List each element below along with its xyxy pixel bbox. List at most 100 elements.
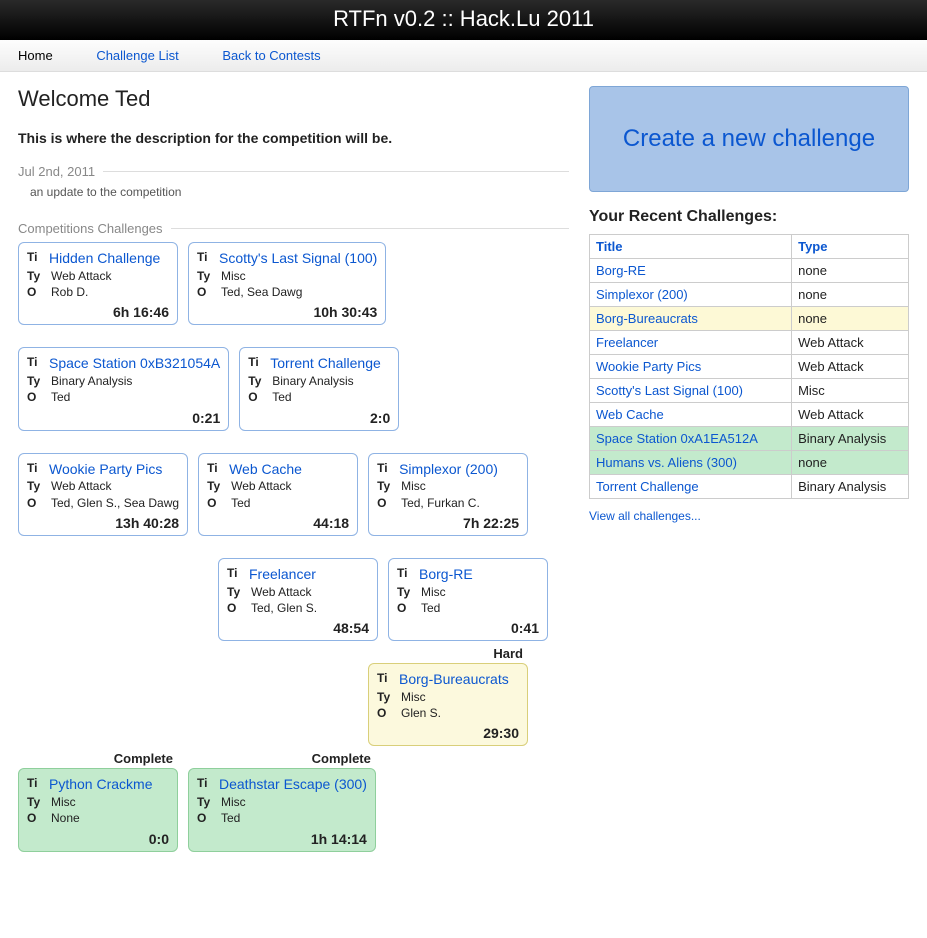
challenge-card: TiTorrent ChallengeTyBinary AnalysisOTed… bbox=[239, 347, 399, 430]
challenge-time: 1h 14:14 bbox=[197, 831, 367, 847]
challenge-title-link[interactable]: Torrent Challenge bbox=[270, 354, 381, 373]
navbar: Home Challenge List Back to Contests bbox=[0, 40, 927, 72]
challenge-type: Misc bbox=[219, 794, 246, 810]
challenge-time: 7h 22:25 bbox=[377, 515, 519, 531]
recent-type: none bbox=[792, 283, 909, 307]
challenge-type: Web Attack bbox=[49, 478, 111, 494]
card-label-title: Ti bbox=[27, 354, 49, 373]
card-label-type: Ty bbox=[197, 268, 219, 284]
recent-col-type: Type bbox=[792, 235, 909, 259]
card-label-owner: O bbox=[27, 810, 49, 826]
challenge-owner: Ted bbox=[219, 810, 240, 826]
challenge-card: TiHidden ChallengeTyWeb AttackORob D.6h … bbox=[18, 242, 178, 325]
challenge-type: Web Attack bbox=[249, 584, 311, 600]
card-label-type: Ty bbox=[27, 478, 49, 494]
challenge-card: TiWeb CacheTyWeb AttackOTed44:18 bbox=[198, 453, 358, 536]
card-label-owner: O bbox=[197, 284, 219, 300]
recent-title-link[interactable]: Torrent Challenge bbox=[596, 479, 699, 494]
challenge-time: 0:0 bbox=[27, 831, 169, 847]
challenge-time: 29:30 bbox=[377, 725, 519, 741]
recent-type: Misc bbox=[792, 379, 909, 403]
challenge-type: Misc bbox=[419, 584, 446, 600]
challenge-title-link[interactable]: Deathstar Escape (300) bbox=[219, 775, 367, 794]
competition-description: This is where the description for the co… bbox=[18, 130, 569, 146]
card-label-type: Ty bbox=[207, 478, 229, 494]
challenge-owner: Ted, Sea Dawg bbox=[219, 284, 302, 300]
challenge-time: 2:0 bbox=[248, 410, 390, 426]
recent-col-title: Title bbox=[590, 235, 792, 259]
challenge-title-link[interactable]: Web Cache bbox=[229, 460, 302, 479]
card-label-title: Ti bbox=[197, 775, 219, 794]
card-label-owner: O bbox=[197, 810, 219, 826]
challenge-owner: None bbox=[49, 810, 80, 826]
recent-type: none bbox=[792, 451, 909, 475]
challenge-title-link[interactable]: Borg-RE bbox=[419, 565, 473, 584]
card-label-owner: O bbox=[377, 495, 399, 511]
challenge-title-link[interactable]: Hidden Challenge bbox=[49, 249, 160, 268]
recent-title-link[interactable]: Space Station 0xA1EA512A bbox=[596, 431, 758, 446]
challenge-title-link[interactable]: Space Station 0xB321054A bbox=[49, 354, 220, 373]
card-label-type: Ty bbox=[377, 478, 399, 494]
challenge-title-link[interactable]: Freelancer bbox=[249, 565, 316, 584]
card-label-title: Ti bbox=[227, 565, 249, 584]
recent-title-link[interactable]: Humans vs. Aliens (300) bbox=[596, 455, 737, 470]
challenge-owner: Ted bbox=[419, 600, 440, 616]
nav-challenge-list[interactable]: Challenge List bbox=[96, 48, 178, 63]
card-label-owner: O bbox=[27, 389, 49, 405]
card-label-title: Ti bbox=[27, 775, 49, 794]
challenge-title-link[interactable]: Scotty's Last Signal (100) bbox=[219, 249, 377, 268]
welcome-heading: Welcome Ted bbox=[18, 86, 569, 112]
challenge-time: 6h 16:46 bbox=[27, 304, 169, 320]
view-all-link[interactable]: View all challenges... bbox=[589, 509, 701, 523]
recent-type: none bbox=[792, 259, 909, 283]
challenge-card: TiSimplexor (200)TyMiscOTed, Furkan C.7h… bbox=[368, 453, 528, 536]
challenge-owner: Ted, Glen S., Sea Dawg bbox=[49, 495, 179, 511]
challenge-title-link[interactable]: Simplexor (200) bbox=[399, 460, 498, 479]
card-label-title: Ti bbox=[27, 460, 49, 479]
update-date: Jul 2nd, 2011 bbox=[18, 164, 569, 179]
card-label-owner: O bbox=[27, 284, 49, 300]
table-row: Freelancer Web Attack bbox=[590, 331, 909, 355]
recent-title-link[interactable]: Simplexor (200) bbox=[596, 287, 688, 302]
recent-challenges-heading: Your Recent Challenges: bbox=[589, 208, 909, 226]
nav-home[interactable]: Home bbox=[18, 48, 53, 63]
challenge-card: HardTiBorg-BureaucratsTyMiscOGlen S.29:3… bbox=[368, 663, 528, 746]
card-label-title: Ti bbox=[377, 670, 399, 689]
recent-title-link[interactable]: Wookie Party Pics bbox=[596, 359, 701, 374]
challenge-cards: TiHidden ChallengeTyWeb AttackORob D.6h … bbox=[18, 242, 569, 852]
challenge-type: Misc bbox=[399, 478, 426, 494]
recent-title-link[interactable]: Borg-Bureaucrats bbox=[596, 311, 698, 326]
recent-title-link[interactable]: Scotty's Last Signal (100) bbox=[596, 383, 743, 398]
challenge-type: Misc bbox=[219, 268, 246, 284]
table-row: Web Cache Web Attack bbox=[590, 403, 909, 427]
challenge-title-link[interactable]: Wookie Party Pics bbox=[49, 460, 162, 479]
challenge-card: TiScotty's Last Signal (100)TyMiscOTed, … bbox=[188, 242, 386, 325]
competitions-label: Competitions Challenges bbox=[18, 221, 569, 236]
recent-type: Web Attack bbox=[792, 331, 909, 355]
challenge-time: 48:54 bbox=[227, 620, 369, 636]
card-label-title: Ti bbox=[27, 249, 49, 268]
recent-title-link[interactable]: Freelancer bbox=[596, 335, 658, 350]
card-label-title: Ti bbox=[248, 354, 270, 373]
challenge-card: TiFreelancerTyWeb AttackOTed, Glen S.48:… bbox=[218, 558, 378, 641]
recent-type: Binary Analysis bbox=[792, 475, 909, 499]
challenge-owner: Ted bbox=[49, 389, 70, 405]
challenge-title-link[interactable]: Python Crackme bbox=[49, 775, 152, 794]
card-label-type: Ty bbox=[397, 584, 419, 600]
card-label-owner: O bbox=[397, 600, 419, 616]
recent-type: Binary Analysis bbox=[792, 427, 909, 451]
nav-back-to-contests[interactable]: Back to Contests bbox=[222, 48, 320, 63]
recent-type: Web Attack bbox=[792, 403, 909, 427]
recent-title-link[interactable]: Web Cache bbox=[596, 407, 664, 422]
challenge-time: 10h 30:43 bbox=[197, 304, 377, 320]
card-label-type: Ty bbox=[227, 584, 249, 600]
card-label-owner: O bbox=[377, 705, 399, 721]
challenge-title-link[interactable]: Borg-Bureaucrats bbox=[399, 670, 509, 689]
create-challenge-button[interactable]: Create a new challenge bbox=[589, 86, 909, 192]
challenge-card: TiSpace Station 0xB321054ATyBinary Analy… bbox=[18, 347, 229, 430]
table-row: Borg-Bureaucrats none bbox=[590, 307, 909, 331]
challenge-card: TiWookie Party PicsTyWeb AttackOTed, Gle… bbox=[18, 453, 188, 536]
recent-title-link[interactable]: Borg-RE bbox=[596, 263, 646, 278]
recent-type: none bbox=[792, 307, 909, 331]
recent-challenges-table: Title Type Borg-RE none Simplexor (200) non… bbox=[589, 234, 909, 499]
